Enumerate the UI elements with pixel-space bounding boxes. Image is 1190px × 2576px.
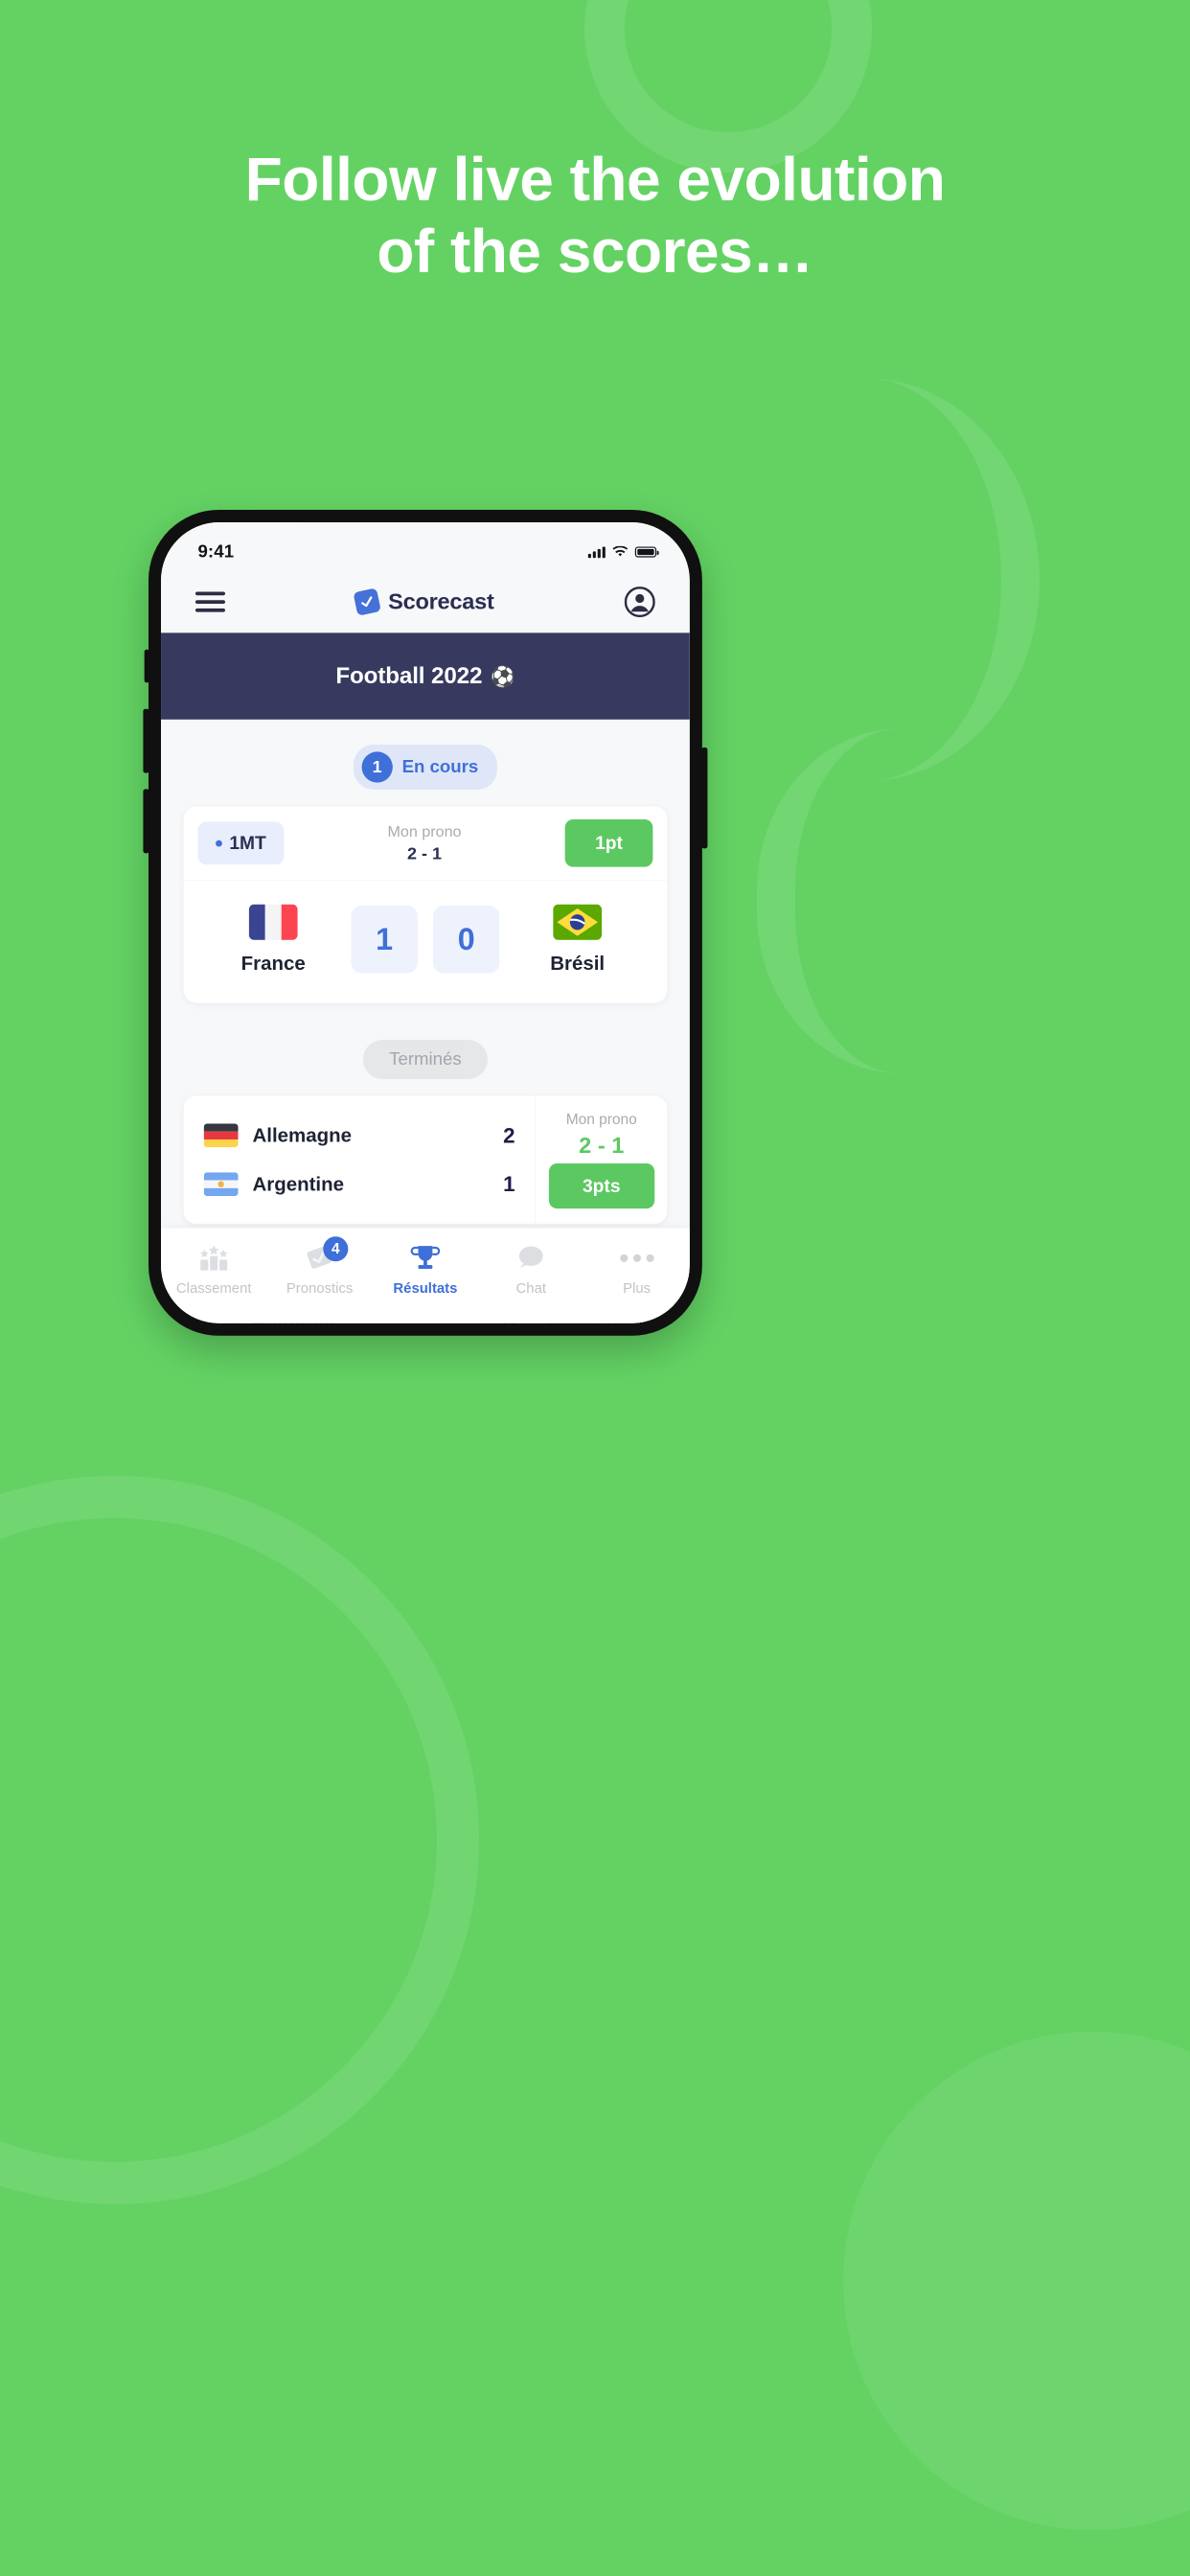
finished-prono-title: Mon prono [565,1111,637,1128]
flag-brazil-icon [553,904,603,940]
bottom-tab-bar: Classement 4 Pronostics Résultats Chat P… [161,1228,690,1323]
hero-headline: Follow live the evolution of the scores… [0,144,1190,288]
more-dots-icon [619,1242,654,1273]
pronostics-badge-count: 4 [323,1236,349,1262]
flag-france-icon [248,904,298,940]
live-away-score: 0 [432,905,500,974]
competition-banner: Football 2022 ⚽ [161,632,690,720]
phone-silent-switch [144,649,149,683]
live-home-team-name: France [240,952,306,975]
prediction-card-icon: 4 [304,1236,349,1273]
live-count-badge: 1 [361,751,393,783]
live-away-team: Brésil [515,904,640,975]
live-match-header: 1MT Mon prono 2 - 1 1pt [183,806,668,881]
finished-section-label: Terminés [389,1048,462,1070]
background-arc-decoration [0,1476,479,2204]
live-section-header: 1 En cours [184,720,668,807]
phone-volume-down-button [143,789,149,854]
brand-name: Scorecast [388,588,494,614]
hamburger-menu-icon[interactable] [195,591,225,612]
finished-home-team-name: Allemagne [252,1124,352,1147]
live-section-label: En cours [401,756,479,777]
cellular-signal-icon [587,546,606,559]
tab-classement-label: Classement [175,1280,252,1297]
background-blob-decoration [843,2032,1190,2530]
background-squiggle-decoration-2 [757,728,901,1073]
live-match-card[interactable]: 1MT Mon prono 2 - 1 1pt France 1 0 Brési… [183,806,668,1003]
tab-plus-label: Plus [623,1280,652,1297]
live-match-body: France 1 0 Brésil [184,881,668,1003]
finished-away-score: 1 [503,1171,515,1197]
tab-pronostics[interactable]: 4 Pronostics [266,1236,372,1297]
finished-match-teams: Allemagne 2 Argentine 1 [184,1095,536,1224]
table-row: Argentine 1 [203,1160,515,1208]
phone-mockup: 9:41 Scorecast Football 2022 ⚽ 1 En cour… [143,510,708,1336]
finished-points-button[interactable]: 3pts [548,1163,654,1209]
flag-argentina-icon [203,1172,239,1197]
wifi-icon [612,545,629,557]
live-home-score: 1 [351,905,418,974]
finished-section-header: Terminés [184,1015,668,1095]
status-bar-time: 9:41 [197,541,235,562]
app-header: Scorecast [161,570,690,633]
background-squiggle-decoration [867,379,1040,781]
headline-line-1: Follow live the evolution [244,145,946,214]
live-prono-score: 2 - 1 [407,844,442,863]
finished-away-team-name: Argentine [252,1172,344,1195]
live-prono-block: Mon prono 2 - 1 [387,822,461,863]
competition-title: Football 2022 [335,662,483,689]
status-bar-icons [587,545,659,559]
tab-resultats-label: Résultats [393,1280,458,1297]
headline-line-2: of the scores… [377,216,813,286]
live-away-team-name: Brésil [550,952,606,975]
live-prono-title: Mon prono [387,822,462,840]
tab-chat[interactable]: Chat [478,1242,584,1297]
brand-logo: Scorecast [353,587,494,616]
finished-section-pill[interactable]: Terminés [362,1040,488,1079]
account-circle-icon[interactable] [624,586,655,618]
phone-screen: 9:41 Scorecast Football 2022 ⚽ 1 En cour… [161,522,690,1323]
finished-home-score: 2 [503,1122,515,1148]
finished-match-prono: Mon prono 2 - 1 3pts [535,1095,668,1225]
live-home-team: France [211,904,335,975]
finished-prono-score: 2 - 1 [579,1133,625,1159]
chat-bubble-icon [515,1242,546,1273]
podium-icon [198,1242,229,1273]
battery-icon [634,546,659,558]
flag-germany-icon [203,1123,239,1148]
tab-pronostics-label: Pronostics [286,1280,354,1297]
match-period-label: 1MT [229,832,266,854]
tab-resultats[interactable]: Résultats [373,1242,478,1297]
status-bar: 9:41 [161,522,690,571]
live-points-button[interactable]: 1pt [564,819,653,867]
phone-volume-up-button [143,708,149,773]
finished-match-card[interactable]: Allemagne 2 Argentine 1 Mon prono 2 - 1 … [183,1095,668,1225]
live-dot-icon [216,840,222,847]
tab-chat-label: Chat [515,1280,546,1297]
live-section-pill[interactable]: 1 En cours [353,744,498,791]
scorecast-check-icon [353,587,382,616]
table-row: Allemagne 2 [203,1111,515,1160]
tab-plus[interactable]: Plus [584,1242,689,1297]
soccer-ball-icon: ⚽ [490,665,515,688]
match-period-chip: 1MT [197,821,285,865]
tab-classement[interactable]: Classement [161,1242,266,1297]
phone-power-button [701,748,708,849]
trophy-icon [410,1242,441,1273]
